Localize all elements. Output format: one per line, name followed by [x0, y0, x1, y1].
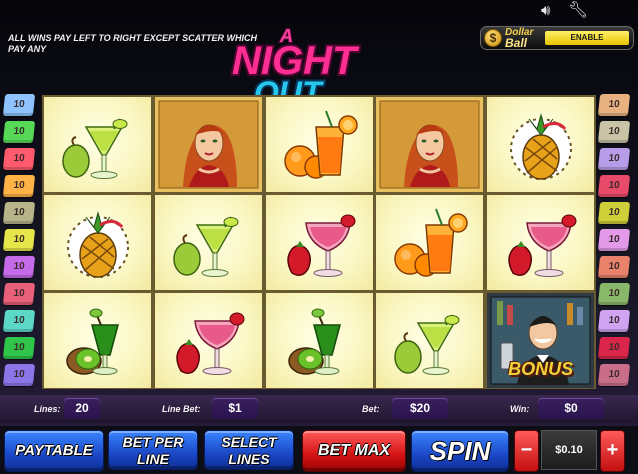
- red-haired-woman-symbol: [376, 97, 484, 192]
- right-payline-button[interactable]: 10: [597, 175, 631, 197]
- bet-per-line-text-2: LINE: [137, 451, 169, 467]
- strawberry-cocktail-symbol: [487, 195, 595, 290]
- kiwi-cocktail-icon: [66, 308, 119, 375]
- bet-max-button[interactable]: BET MAX: [302, 430, 406, 472]
- left-payline-button[interactable]: 10: [2, 229, 36, 251]
- kiwi-cocktail-icon: [287, 308, 341, 375]
- select-lines-text-1: SELECT: [221, 434, 277, 450]
- bet-info-bar: Lines: 20 Line Bet: $1 Bet: $20 Win: $0: [0, 395, 638, 423]
- pineapple-icon: [510, 113, 573, 180]
- speaker-icon[interactable]: 🔊︎: [541, 3, 550, 19]
- coin-value-display: $0.10: [541, 430, 597, 470]
- kiwi-cocktail-symbol: [265, 293, 373, 388]
- dollar-ball-label: Dollar Ball: [505, 28, 533, 50]
- pineapple-symbol: [487, 97, 595, 192]
- bet-label: Bet:: [362, 404, 380, 414]
- right-payline-button[interactable]: 10: [597, 94, 631, 116]
- left-payline-button[interactable]: 10: [2, 94, 36, 116]
- orange-cocktail-icon: [283, 110, 358, 179]
- right-payline-button[interactable]: 10: [597, 364, 631, 386]
- orange-cocktail-icon: [394, 208, 469, 277]
- paylines-right: 10 10 10 10 10 10 10 10 10 10 10: [597, 94, 633, 391]
- strawberry-cocktail-symbol: [154, 293, 262, 388]
- right-payline-button[interactable]: 10: [597, 310, 631, 332]
- dollar-coin-icon: $: [484, 29, 502, 47]
- dollar-ball-label-line2: Ball: [505, 36, 528, 50]
- paylines-left: 10 10 10 10 10 10 10 10 10 10 10: [2, 94, 38, 391]
- bartender-bonus-symbol: BONUS: [487, 293, 595, 388]
- pay-rules-text: ALL WINS PAY LEFT TO RIGHT EXCEPT SCATTE…: [8, 33, 258, 54]
- green-cocktail-icon: [173, 216, 239, 277]
- green-cocktail-icon: [62, 118, 128, 179]
- strawberry-cocktail-icon: [508, 214, 577, 277]
- lines-label: Lines:: [34, 404, 61, 414]
- right-payline-button[interactable]: 10: [597, 256, 631, 278]
- line-bet-value: $1: [212, 398, 258, 419]
- bet-per-line-text-1: BET PER: [122, 434, 184, 450]
- green-cocktail-icon: [394, 314, 460, 375]
- right-payline-button[interactable]: 10: [597, 202, 631, 224]
- left-payline-button[interactable]: 10: [2, 256, 36, 278]
- win-value: $0: [538, 398, 604, 419]
- left-payline-button[interactable]: 10: [2, 283, 36, 305]
- select-lines-text-2: LINES: [228, 451, 270, 467]
- right-payline-button[interactable]: 10: [597, 283, 631, 305]
- line-bet-label: Line Bet:: [162, 404, 201, 414]
- dollar-ball-panel: $ Dollar Ball ENABLE: [480, 26, 634, 50]
- orange-cocktail-symbol: [265, 97, 373, 192]
- bonus-label: BONUS: [508, 359, 574, 379]
- wrench-icon[interactable]: 🔧︎: [568, 3, 588, 19]
- coin-increase-button[interactable]: +: [600, 430, 625, 472]
- left-payline-button[interactable]: 10: [2, 121, 36, 143]
- coin-decrease-button[interactable]: −: [514, 430, 539, 472]
- red-haired-woman-icon: [154, 97, 262, 192]
- green-cocktail-symbol: [44, 97, 151, 192]
- green-cocktail-symbol: [154, 195, 262, 290]
- left-payline-button[interactable]: 10: [2, 310, 36, 332]
- orange-cocktail-symbol: [376, 195, 484, 290]
- red-haired-woman-symbol: [154, 97, 262, 192]
- win-label: Win:: [510, 404, 530, 414]
- select-lines-button[interactable]: SELECT LINES: [204, 430, 294, 470]
- strawberry-cocktail-symbol: [265, 195, 373, 290]
- right-payline-button[interactable]: 10: [597, 229, 631, 251]
- right-payline-button[interactable]: 10: [597, 337, 631, 359]
- red-haired-woman-icon: [376, 97, 484, 192]
- reel-grid: BONUS: [42, 95, 596, 389]
- spin-button[interactable]: SPIN: [411, 430, 509, 472]
- pineapple-symbol: [44, 195, 151, 290]
- left-payline-button[interactable]: 10: [2, 175, 36, 197]
- left-payline-button[interactable]: 10: [2, 148, 36, 170]
- enable-dollar-ball-button[interactable]: ENABLE: [545, 31, 629, 45]
- green-cocktail-symbol: [376, 293, 484, 388]
- slot-game: 🔊︎ 🔧︎ ALL WINS PAY LEFT TO RIGHT EXCEPT …: [0, 0, 638, 474]
- kiwi-cocktail-symbol: [44, 293, 151, 388]
- paytable-button[interactable]: PAYTABLE: [4, 430, 104, 472]
- right-payline-button[interactable]: 10: [597, 148, 631, 170]
- lines-value: 20: [64, 398, 100, 419]
- strawberry-cocktail-icon: [286, 214, 356, 277]
- strawberry-cocktail-icon: [176, 312, 245, 375]
- right-payline-button[interactable]: 10: [597, 121, 631, 143]
- left-payline-button[interactable]: 10: [2, 337, 36, 359]
- bet-value: $20: [392, 398, 448, 419]
- left-payline-button[interactable]: 10: [2, 202, 36, 224]
- pineapple-icon: [67, 211, 129, 278]
- control-bar: PAYTABLE BET PER LINE SELECT LINES BET M…: [0, 426, 638, 474]
- bet-per-line-button[interactable]: BET PER LINE: [108, 430, 198, 470]
- left-payline-button[interactable]: 10: [2, 364, 36, 386]
